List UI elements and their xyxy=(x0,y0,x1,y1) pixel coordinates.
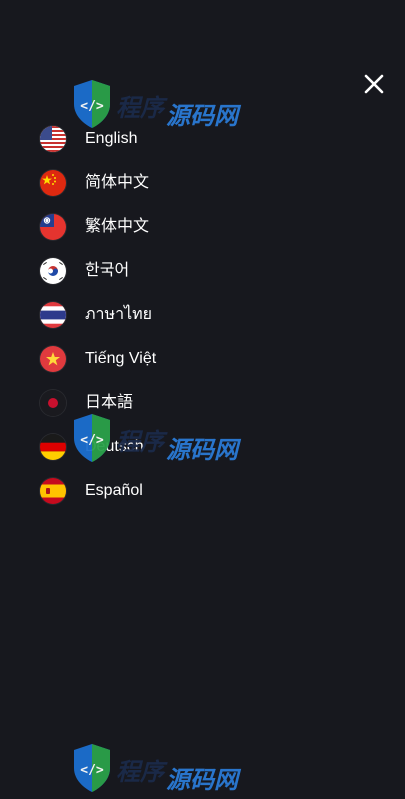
tw-flag-icon xyxy=(40,214,66,240)
us-flag-icon xyxy=(40,126,66,152)
language-label: 简体中文 xyxy=(85,174,150,191)
language-item-simplified-chinese[interactable]: 简体中文 xyxy=(40,161,360,205)
kr-flag-icon xyxy=(40,258,66,284)
language-label: Tiếng Việt xyxy=(85,350,157,367)
language-item-german[interactable]: Deutsch xyxy=(40,425,360,469)
language-item-thai[interactable]: ภาษาไทย xyxy=(40,293,360,337)
language-item-english[interactable]: English xyxy=(40,117,360,161)
es-flag-icon xyxy=(40,478,66,504)
language-item-japanese[interactable]: 日本語 xyxy=(40,381,360,425)
svg-text:源码网: 源码网 xyxy=(166,766,242,794)
watermark-shield-icon: </> 程序 源码网 xyxy=(74,744,242,794)
close-icon xyxy=(364,74,384,94)
de-flag-icon xyxy=(40,434,66,460)
svg-text:</>: </> xyxy=(80,99,104,114)
language-label: 繁体中文 xyxy=(85,218,150,235)
language-item-traditional-chinese[interactable]: 繁体中文 xyxy=(40,205,360,249)
language-label: 한국어 xyxy=(85,262,130,279)
language-item-korean[interactable]: 한국어 xyxy=(40,249,360,293)
svg-text:</>: </> xyxy=(80,763,104,778)
th-flag-icon xyxy=(40,302,66,328)
language-menu-screen: English 简体中文 繁体中文 한국어 ภาษาไทย Tiếng Việt… xyxy=(0,0,405,799)
cn-flag-icon xyxy=(40,170,66,196)
watermark-logo-bottom: </> 程序 源码网 xyxy=(70,740,250,796)
jp-flag-icon xyxy=(40,390,66,416)
language-label: 日本語 xyxy=(85,394,134,411)
language-item-spanish[interactable]: Español xyxy=(40,469,360,513)
language-label: Deutsch xyxy=(85,438,144,455)
language-label: ภาษาไทย xyxy=(85,306,153,323)
language-label: Español xyxy=(85,482,143,499)
language-label: English xyxy=(85,130,138,147)
language-list: English 简体中文 繁体中文 한국어 ภาษาไทย Tiếng Việt… xyxy=(40,117,360,513)
vn-flag-icon xyxy=(40,346,66,372)
svg-text:程序: 程序 xyxy=(116,758,168,786)
language-item-vietnamese[interactable]: Tiếng Việt xyxy=(40,337,360,381)
close-button[interactable] xyxy=(358,68,390,100)
